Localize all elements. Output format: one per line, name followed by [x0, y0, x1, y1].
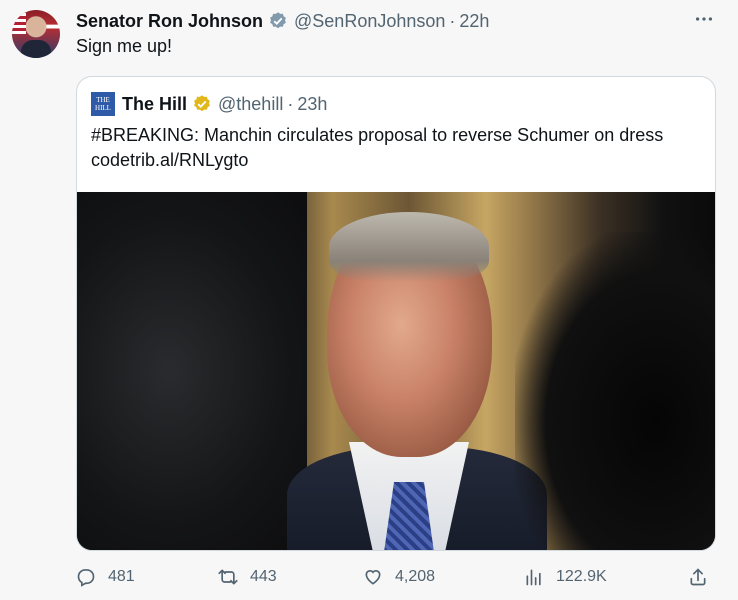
heart-icon — [365, 570, 381, 585]
avatar-face — [28, 17, 44, 36]
views-button[interactable]: 122.9K — [524, 567, 607, 587]
quoted-tweet-card[interactable]: THE HILL The Hill @thehill · 23h #BREAKI… — [76, 76, 716, 551]
share-button[interactable] — [688, 567, 720, 587]
quoted-header: THE HILL The Hill @thehill · 23h — [91, 92, 327, 116]
quoted-display-name[interactable]: The Hill — [122, 94, 187, 115]
author-handle[interactable]: @SenRonJohnson — [294, 11, 445, 32]
view-count: 122.9K — [556, 568, 607, 585]
quoted-text-line: #BREAKING: Manchin circulates proposal t… — [91, 125, 664, 145]
quoted-time[interactable]: 23h — [297, 94, 327, 115]
logo-text: THE HILL — [95, 96, 111, 112]
tweet-header: Senator Ron Johnson @SenRonJohnson · 22h — [76, 9, 489, 33]
avatar-suit — [21, 40, 51, 58]
retweet-count: 443 — [250, 568, 277, 585]
action-bar: 481 443 4,208 122.9K — [76, 567, 716, 591]
tweet-time[interactable]: 22h — [459, 11, 489, 32]
the-hill-logo: THE HILL — [91, 92, 115, 116]
quoted-photo[interactable] — [77, 192, 715, 550]
reply-icon — [77, 569, 95, 587]
quoted-text: #BREAKING: Manchin circulates proposal t… — [91, 123, 701, 173]
author-avatar[interactable] — [12, 10, 60, 58]
author-display-name[interactable]: Senator Ron Johnson — [76, 11, 263, 32]
like-button[interactable]: 4,208 — [363, 567, 435, 587]
flag-graphic — [12, 10, 26, 34]
like-count: 4,208 — [395, 568, 436, 585]
more-icon — [695, 17, 713, 21]
retweet-button[interactable]: 443 — [218, 567, 277, 587]
reply-count: 481 — [108, 568, 135, 585]
share-icon — [690, 568, 706, 586]
quoted-handle[interactable]: @thehill — [218, 94, 283, 115]
quoted-link[interactable]: codetrib.al/RNLygto — [91, 148, 701, 173]
separator-dot: · — [449, 10, 456, 31]
verified-badge-icon — [268, 11, 288, 31]
photo-shadow-left — [77, 192, 307, 550]
photo-hair — [329, 212, 489, 282]
retweet-icon — [218, 569, 238, 585]
views-icon — [526, 569, 541, 586]
more-options-button[interactable] — [690, 8, 718, 32]
separator-dot: · — [287, 93, 294, 114]
tweet-text: Sign me up! — [76, 36, 173, 56]
reply-button[interactable]: 481 — [76, 567, 135, 587]
verified-badge-icon — [192, 94, 212, 114]
photo-shadow-right — [515, 232, 715, 550]
